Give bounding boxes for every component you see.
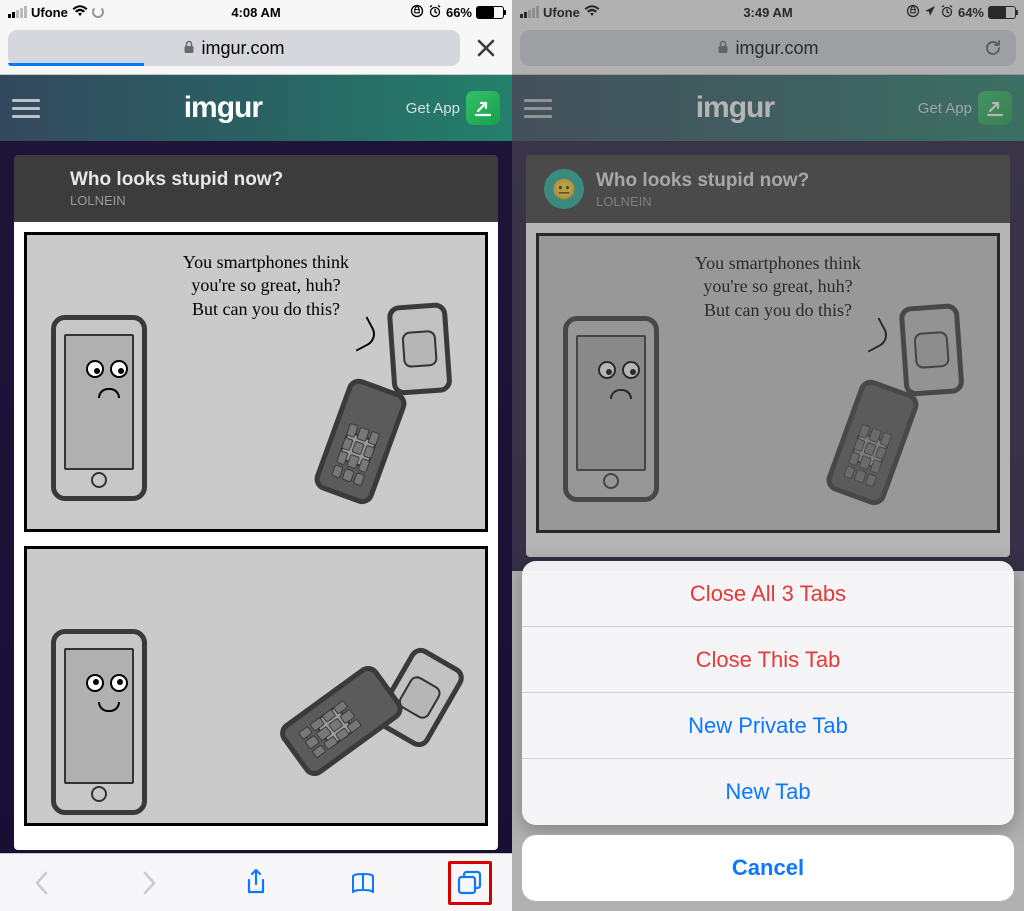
- new-tab-button[interactable]: New Tab: [522, 759, 1014, 825]
- tabs-button[interactable]: [448, 861, 492, 905]
- lock-icon: [183, 40, 195, 57]
- share-button[interactable]: [234, 861, 278, 905]
- comic-text: You smartphones think you're so great, h…: [183, 251, 349, 321]
- imgur-logo[interactable]: imgur: [184, 91, 262, 125]
- smartphone-drawing: [51, 629, 147, 815]
- alarm-icon: [428, 4, 442, 21]
- flipphone-drawing: [316, 297, 452, 513]
- loading-spinner-icon: [92, 6, 104, 18]
- signal-icon: [8, 6, 27, 18]
- app-store-icon: [466, 91, 500, 125]
- battery-icon: [476, 6, 504, 19]
- post-card: Who looks stupid now? LOLNEIN You smartp…: [14, 155, 498, 850]
- post-header: Who looks stupid now? LOLNEIN: [14, 155, 498, 222]
- new-private-tab-button[interactable]: New Private Tab: [522, 693, 1014, 759]
- url-domain: imgur.com: [201, 38, 284, 59]
- status-bar: Ufone 4:08 AM 66%: [0, 0, 512, 24]
- get-app-button[interactable]: Get App: [406, 91, 500, 125]
- back-button[interactable]: [20, 861, 64, 905]
- close-this-tab-button[interactable]: Close This Tab: [522, 627, 1014, 693]
- page-content: imgur Get App Who looks stupid now? LOLN…: [0, 75, 512, 864]
- stop-loading-button[interactable]: [468, 37, 504, 59]
- post-author[interactable]: LOLNEIN: [70, 193, 283, 208]
- cancel-button[interactable]: Cancel: [522, 835, 1014, 901]
- address-bar[interactable]: imgur.com: [8, 30, 460, 66]
- wifi-icon: [72, 5, 88, 19]
- comic-panel-2: [24, 546, 488, 826]
- screenshot-right: Ufone 3:49 AM 64% imgur.com: [512, 0, 1024, 911]
- close-all-tabs-button[interactable]: Close All 3 Tabs: [522, 561, 1014, 627]
- bookmarks-button[interactable]: [341, 861, 385, 905]
- comic-panel-1: You smartphones think you're so great, h…: [24, 232, 488, 532]
- menu-icon[interactable]: [12, 99, 40, 118]
- carrier-label: Ufone: [31, 5, 68, 20]
- page-load-progress: [8, 63, 144, 66]
- status-time: 4:08 AM: [231, 5, 280, 20]
- battery-pct: 66%: [446, 5, 472, 20]
- site-header: imgur Get App: [0, 75, 512, 141]
- forward-button[interactable]: [127, 861, 171, 905]
- safari-toolbar: [0, 853, 512, 911]
- post-image[interactable]: You smartphones think you're so great, h…: [14, 222, 498, 850]
- action-sheet: Close All 3 Tabs Close This Tab New Priv…: [512, 551, 1024, 911]
- smartphone-drawing: [51, 315, 147, 501]
- get-app-label: Get App: [406, 100, 460, 117]
- screenshot-left: Ufone 4:08 AM 66% imgur.com: [0, 0, 512, 911]
- post-title: Who looks stupid now?: [70, 169, 283, 191]
- post-title-wrap: Who looks stupid now? LOLNEIN: [70, 169, 283, 208]
- flipphone-drawing: [277, 624, 464, 805]
- address-bar-row: imgur.com: [0, 24, 512, 75]
- orientation-lock-icon: [410, 4, 424, 21]
